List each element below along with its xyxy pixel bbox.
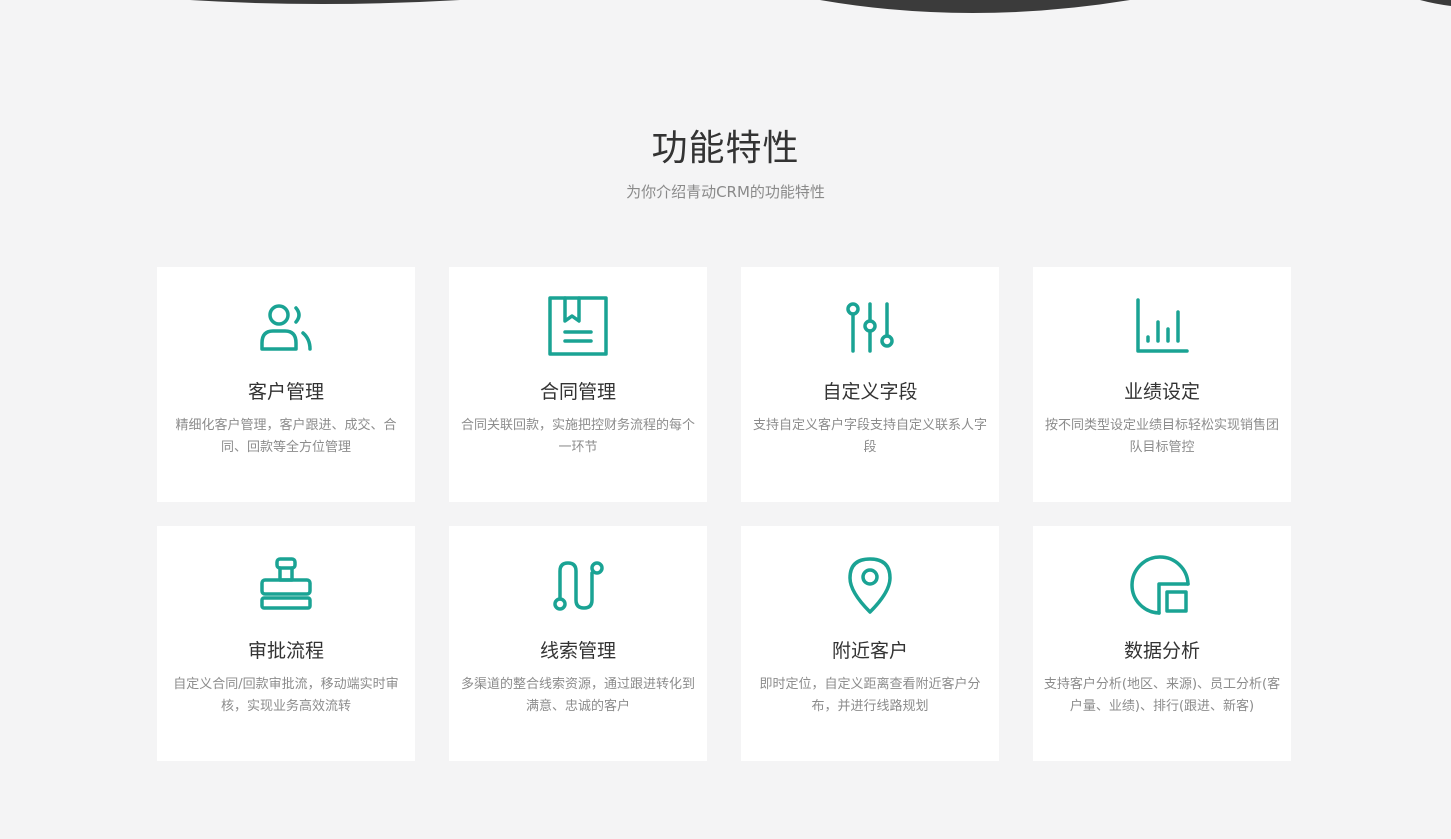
feature-card-leads[interactable]: 线索管理 多渠道的整合线索资源，通过跟进转化到满意、忠诚的客户 [449, 526, 707, 761]
feature-description: 自定义合同/回款审批流，移动端实时审核，实现业务高效流转 [173, 677, 399, 714]
feature-card-contract[interactable]: 合同管理 合同关联回款，实施把控财务流程的每个一环节 [449, 267, 707, 502]
feature-title: 客户管理 [247, 381, 324, 403]
feature-title: 线索管理 [539, 640, 616, 662]
feature-card-analytics[interactable]: 数据分析 支持客户分析(地区、来源)、员工分析(客户量、业绩)、排行(跟进、新客… [1033, 526, 1291, 761]
feature-description: 精细化客户管理，客户跟进、成交、合同、回款等全方位管理 [175, 418, 397, 455]
feature-description: 合同关联回款，实施把控财务流程的每个一环节 [460, 418, 695, 455]
feature-card-performance[interactable]: 业绩设定 按不同类型设定业绩目标轻松实现销售团队目标管控 [1033, 267, 1291, 502]
book-icon [545, 295, 611, 361]
route-icon [545, 554, 611, 620]
bar-chart-icon [1129, 295, 1195, 361]
sliders-icon [837, 295, 903, 361]
feature-description: 即时定位，自定义距离查看附近客户分布，并进行线路规划 [759, 677, 981, 714]
top-decoration [0, 0, 1451, 30]
feature-card-custom-fields[interactable]: 自定义字段 支持自定义客户字段支持自定义联系人字段 [741, 267, 999, 502]
pie-chart-icon [1129, 554, 1195, 620]
feature-card-approval[interactable]: 审批流程 自定义合同/回款审批流，移动端实时审核，实现业务高效流转 [157, 526, 415, 761]
feature-description: 支持自定义客户字段支持自定义联系人字段 [752, 418, 987, 455]
users-icon [253, 295, 319, 361]
feature-title: 附近客户 [831, 640, 908, 662]
feature-description: 多渠道的整合线索资源，通过跟进转化到满意、忠诚的客户 [460, 677, 695, 714]
feature-title: 审批流程 [247, 640, 324, 662]
feature-title: 业绩设定 [1123, 381, 1200, 403]
feature-title: 数据分析 [1123, 640, 1200, 662]
feature-card-nearby[interactable]: 附近客户 即时定位，自定义距离查看附近客户分布，并进行线路规划 [741, 526, 999, 761]
feature-title: 合同管理 [539, 381, 616, 403]
feature-title: 自定义字段 [822, 381, 918, 403]
stamp-icon [253, 554, 319, 620]
feature-description: 按不同类型设定业绩目标轻松实现销售团队目标管控 [1044, 418, 1279, 455]
map-pin-icon [837, 554, 903, 620]
feature-card-customer[interactable]: 客户管理 精细化客户管理，客户跟进、成交、合同、回款等全方位管理 [157, 267, 415, 502]
section-subtitle: 为你介绍青动CRM的功能特性 [626, 183, 825, 201]
section-title: 功能特性 [651, 128, 800, 169]
features-grid: 客户管理 精细化客户管理，客户跟进、成交、合同、回款等全方位管理 合同管理 合同… [157, 267, 1293, 761]
feature-description: 支持客户分析(地区、来源)、员工分析(客户量、业绩)、排行(跟进、新客) [1043, 677, 1281, 714]
